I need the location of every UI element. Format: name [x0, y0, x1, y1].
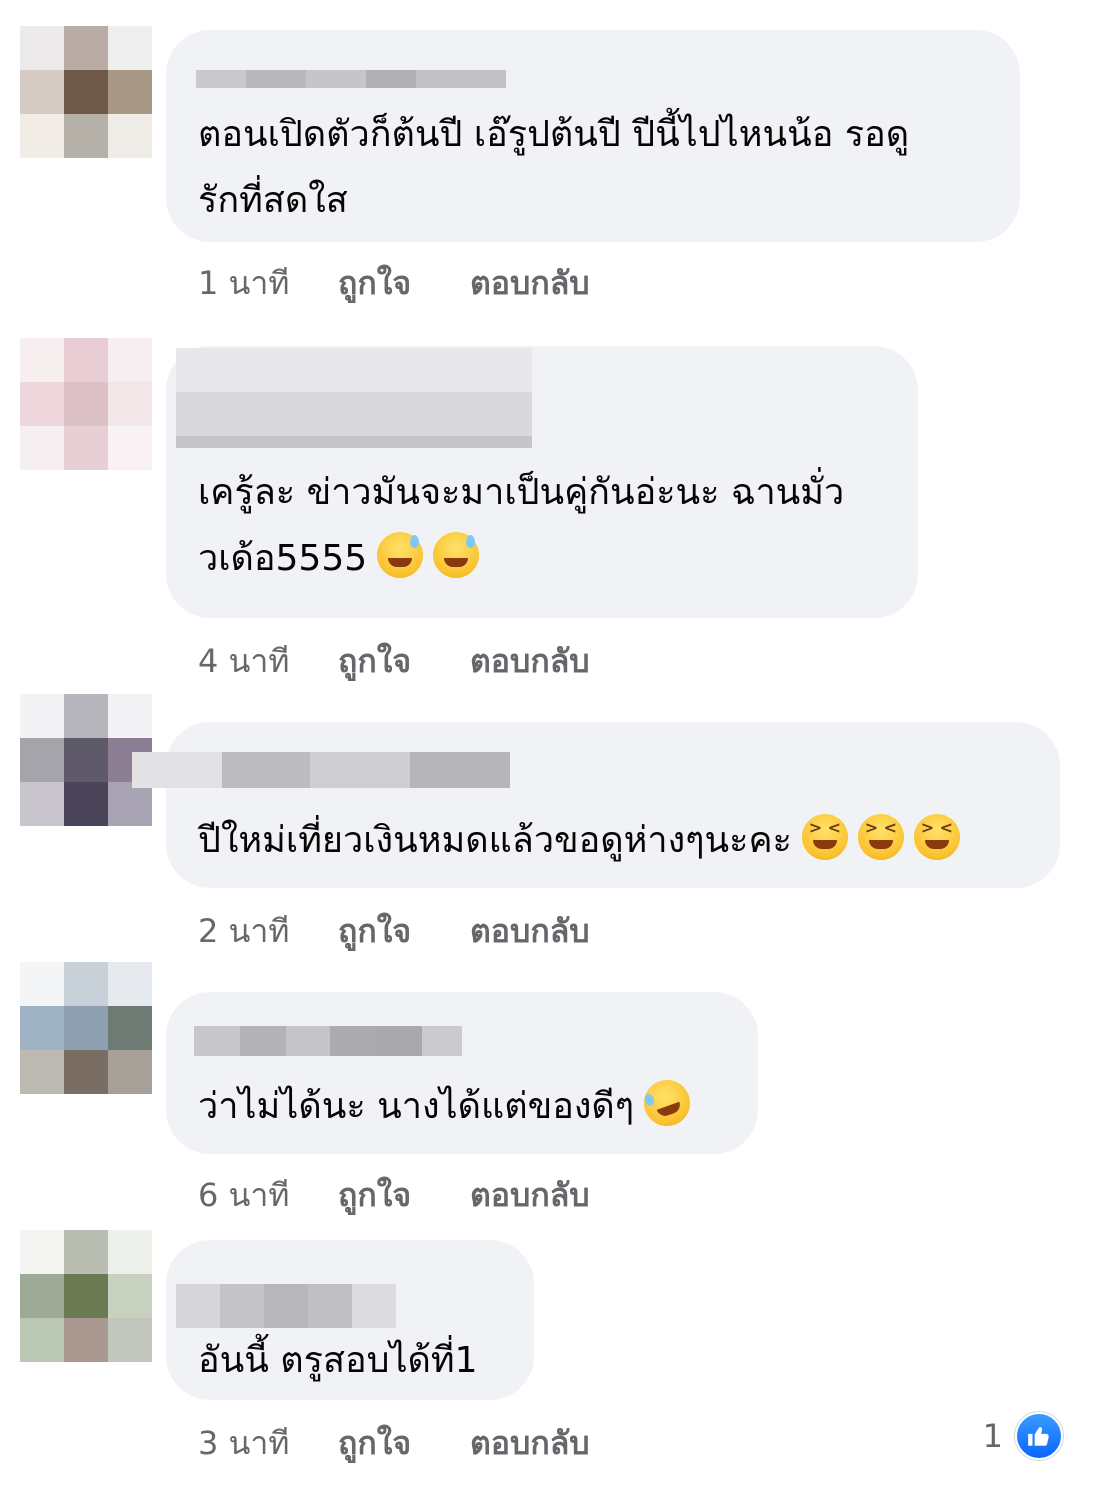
reply-button[interactable]: ตอบกลับ — [470, 258, 590, 309]
grinning-sweat-emoji — [377, 532, 424, 578]
avatar[interactable] — [20, 1230, 152, 1362]
comment-meta: 4 นาที ถูกใจ ตอบกลับ — [198, 636, 590, 687]
comment-meta: 2 นาที ถูกใจ ตอบกลับ — [198, 906, 590, 957]
timestamp: 2 นาที — [198, 912, 290, 950]
comment-bubble: ปีใหม่เที่ยวเงินหมดแล้วขอดูห่างๆนะคะ — [132, 722, 1060, 888]
timestamp: 1 นาที — [198, 264, 290, 302]
blurred-author-name[interactable] — [176, 348, 532, 448]
timestamp: 6 นาที — [198, 1176, 290, 1214]
avatar[interactable] — [20, 338, 152, 470]
thumbs-up-icon — [1015, 1412, 1063, 1460]
comment-bubble: ว่าไม่ได้นะ นางได้แต่ของดีๆ — [166, 992, 758, 1154]
timestamp: 4 นาที — [198, 642, 290, 680]
squinting-laugh-emoji — [913, 814, 960, 860]
comment-meta: 1 นาที ถูกใจ ตอบกลับ — [198, 258, 590, 309]
squinting-laugh-emoji — [857, 814, 904, 860]
avatar[interactable] — [20, 962, 152, 1094]
reaction-count: 1 — [982, 1417, 1003, 1455]
timestamp: 3 นาที — [198, 1424, 290, 1462]
like-button[interactable]: ถูกใจ — [338, 906, 470, 957]
comment-meta: 3 นาที ถูกใจ ตอบกลับ — [198, 1418, 590, 1469]
comment-meta: 6 นาที ถูกใจ ตอบกลับ — [198, 1170, 590, 1221]
comment-text: เครู้ละ ข่าวมันจะมาเป็นคู่กันอ่ะนะ ฉานมั… — [198, 472, 845, 579]
comment-bubble: เครู้ละ ข่าวมันจะมาเป็นคู่กันอ่ะนะ ฉานมั… — [166, 346, 918, 618]
blurred-author-name[interactable] — [194, 1026, 462, 1056]
like-button[interactable]: ถูกใจ — [338, 636, 470, 687]
comment-bubble: อันนี้ ตรูสอบได้ที่1 — [166, 1240, 534, 1400]
blurred-author-name[interactable] — [176, 1284, 396, 1328]
comment-text: ปีใหม่เที่ยวเงินหมดแล้วขอดูห่างๆนะคะ — [198, 808, 1030, 874]
blurred-author-name[interactable] — [132, 752, 510, 788]
blurred-author-name[interactable] — [196, 70, 506, 88]
rolling-laughing-emoji — [637, 1073, 697, 1133]
like-button[interactable]: ถูกใจ — [338, 1418, 470, 1469]
reply-button[interactable]: ตอบกลับ — [470, 1170, 590, 1221]
squinting-laugh-emoji — [801, 814, 848, 860]
reaction-summary[interactable]: 1 — [983, 1412, 1063, 1460]
grinning-sweat-emoji — [433, 532, 480, 578]
comment-text: ตอนเปิดตัวก็ต้นปี เอ๊รูปต้นปี ปีนี้ไปไหน… — [198, 114, 910, 221]
reply-button[interactable]: ตอบกลับ — [470, 1418, 590, 1469]
avatar[interactable] — [20, 26, 152, 158]
reply-button[interactable]: ตอบกลับ — [470, 636, 590, 687]
comment-text: ว่าไม่ได้นะ นางได้แต่ของดีๆ — [198, 1073, 728, 1140]
comment-text: อันนี้ ตรูสอบได้ที่1 — [198, 1340, 478, 1381]
reply-button[interactable]: ตอบกลับ — [470, 906, 590, 957]
like-button[interactable]: ถูกใจ — [338, 1170, 470, 1221]
comment-bubble: ตอนเปิดตัวก็ต้นปี เอ๊รูปต้นปี ปีนี้ไปไหน… — [166, 30, 1020, 242]
like-button[interactable]: ถูกใจ — [338, 258, 470, 309]
